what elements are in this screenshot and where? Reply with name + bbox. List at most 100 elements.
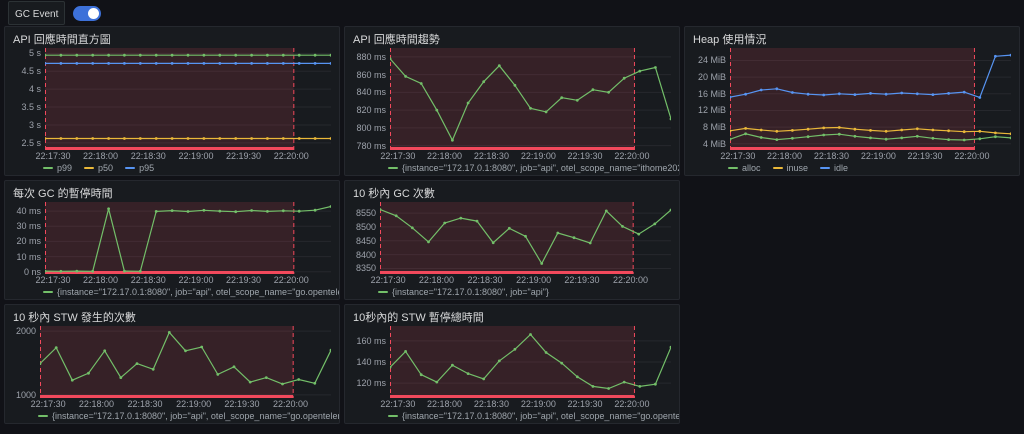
x-axis-label: 22:18:30 [474, 151, 509, 161]
data-point [900, 129, 903, 132]
y-axis-label: 4 MiB [703, 139, 726, 149]
chart-plot[interactable] [40, 326, 331, 398]
gc-event-annotation-control[interactable]: GC Event [8, 1, 65, 25]
chart-plot[interactable] [390, 48, 671, 150]
x-axis-label: 22:19:00 [521, 151, 556, 161]
chart-canvas[interactable] [390, 326, 671, 398]
data-point [869, 129, 872, 132]
x-axis-label: 22:18:00 [419, 275, 454, 285]
data-point [885, 130, 888, 133]
data-point [963, 139, 966, 142]
y-axis-label: 8450 [356, 236, 376, 246]
data-point [654, 66, 657, 69]
panel-title[interactable]: API 回應時間直方圖 [5, 27, 339, 46]
x-axis-label: 22:20:00 [274, 275, 309, 285]
panel-body: 10002000 22:17:3022:18:0022:18:3022:19:0… [5, 324, 339, 409]
chart-canvas[interactable] [730, 48, 1011, 150]
data-point [203, 209, 206, 212]
chart-canvas[interactable] [390, 48, 671, 150]
legend-item[interactable]: {instance="172.17.0.1:8080", job="api"} [378, 287, 549, 297]
panel-title[interactable]: 10 秒內 STW 發生的次數 [5, 305, 339, 324]
x-axis-label: 22:19:30 [226, 275, 261, 285]
y-axis-label: 12 MiB [698, 105, 726, 115]
panel-title[interactable]: 10 秒內 GC 次數 [345, 181, 679, 200]
chart-plot[interactable] [390, 326, 671, 398]
y-axis-label: 40 ms [16, 206, 41, 216]
legend-item[interactable]: alloc [728, 163, 761, 173]
legend: {instance="172.17.0.1:8080", job="api", … [345, 409, 679, 423]
y-axis: 2.5 s3 s3.5 s4 s4.5 s5 s [11, 48, 45, 161]
data-point [807, 128, 810, 131]
data-point [266, 210, 269, 213]
data-point [155, 54, 158, 57]
data-point [139, 62, 142, 65]
chart-plot[interactable] [730, 48, 1011, 150]
chart-canvas[interactable] [45, 202, 331, 274]
data-point [670, 346, 671, 349]
legend: {instance="172.17.0.1:8080", job="api", … [5, 409, 339, 423]
panel-title[interactable]: Heap 使用情況 [685, 27, 1019, 46]
panel-title[interactable]: API 回應時間趨勢 [345, 27, 679, 46]
data-point [838, 92, 841, 95]
data-point [184, 349, 187, 352]
data-point [838, 126, 841, 129]
y-axis-label: 800 ms [356, 123, 386, 133]
data-point [330, 62, 331, 65]
data-point [1010, 137, 1011, 140]
legend-swatch-icon [125, 167, 135, 169]
plot-wrap: 22:17:3022:18:0022:18:3022:19:0022:19:30… [380, 202, 671, 285]
x-axis-label: 22:17:30 [380, 151, 415, 161]
data-point [592, 88, 595, 91]
chart-canvas[interactable] [45, 48, 331, 150]
legend-item[interactable]: p99 [43, 163, 72, 173]
legend-item[interactable]: p50 [84, 163, 113, 173]
chart-canvas[interactable] [380, 202, 671, 274]
legend-swatch-icon [43, 167, 53, 169]
legend-item[interactable]: idle [820, 163, 848, 173]
chart-plot[interactable] [380, 202, 671, 274]
panel-body: 83508400845085008550 22:17:3022:18:0022:… [345, 200, 679, 285]
data-point [250, 62, 253, 65]
legend-item[interactable]: p95 [125, 163, 154, 173]
plot-wrap: 22:17:3022:18:0022:18:3022:19:0022:19:30… [45, 48, 331, 161]
data-point [155, 210, 158, 213]
data-point [266, 54, 269, 57]
data-point [994, 135, 997, 138]
data-point [607, 91, 610, 94]
chart-canvas[interactable] [40, 326, 331, 398]
x-axis-label: 22:20:00 [274, 151, 309, 161]
legend-item[interactable]: inuse [773, 163, 809, 173]
legend-item[interactable]: {instance="172.17.0.1:8080", job="api", … [38, 411, 339, 421]
data-point [760, 129, 763, 132]
panel-title[interactable]: 10秒內的 STW 暫停總時間 [345, 305, 679, 324]
panel-title[interactable]: 每次 GC 的暫停時間 [5, 181, 339, 200]
data-point [744, 132, 747, 135]
data-point [55, 346, 58, 349]
y-axis: 10002000 [11, 326, 40, 409]
legend-label: idle [834, 163, 848, 173]
legend-item[interactable]: {instance="172.17.0.1:8080", job="api", … [43, 287, 339, 297]
data-point [573, 236, 576, 239]
legend-item[interactable]: {instance="172.17.0.1:8080", job="api", … [388, 411, 679, 421]
gc-event-toggle[interactable] [73, 6, 101, 21]
data-point [404, 75, 407, 78]
data-point [775, 87, 778, 90]
legend-label: alloc [742, 163, 761, 173]
data-point [492, 241, 495, 244]
data-point [791, 137, 794, 140]
chart-plot[interactable] [45, 202, 331, 274]
data-point [233, 365, 236, 368]
legend: {instance="172.17.0.1:8080", job="api", … [345, 161, 679, 175]
data-point [900, 92, 903, 95]
legend-item[interactable]: {instance="172.17.0.1:8080", job="api", … [388, 163, 679, 173]
x-axis-label: 22:19:30 [567, 399, 602, 409]
x-axis-label: 22:18:00 [427, 399, 462, 409]
data-point [854, 135, 857, 138]
x-axis: 22:17:3022:18:0022:18:3022:19:0022:19:30… [390, 150, 671, 161]
data-point [87, 372, 90, 375]
chart-plot[interactable] [45, 48, 331, 150]
data-point [556, 232, 559, 235]
data-point [282, 209, 285, 212]
data-point [435, 381, 438, 384]
x-axis-label: 22:18:00 [427, 151, 462, 161]
